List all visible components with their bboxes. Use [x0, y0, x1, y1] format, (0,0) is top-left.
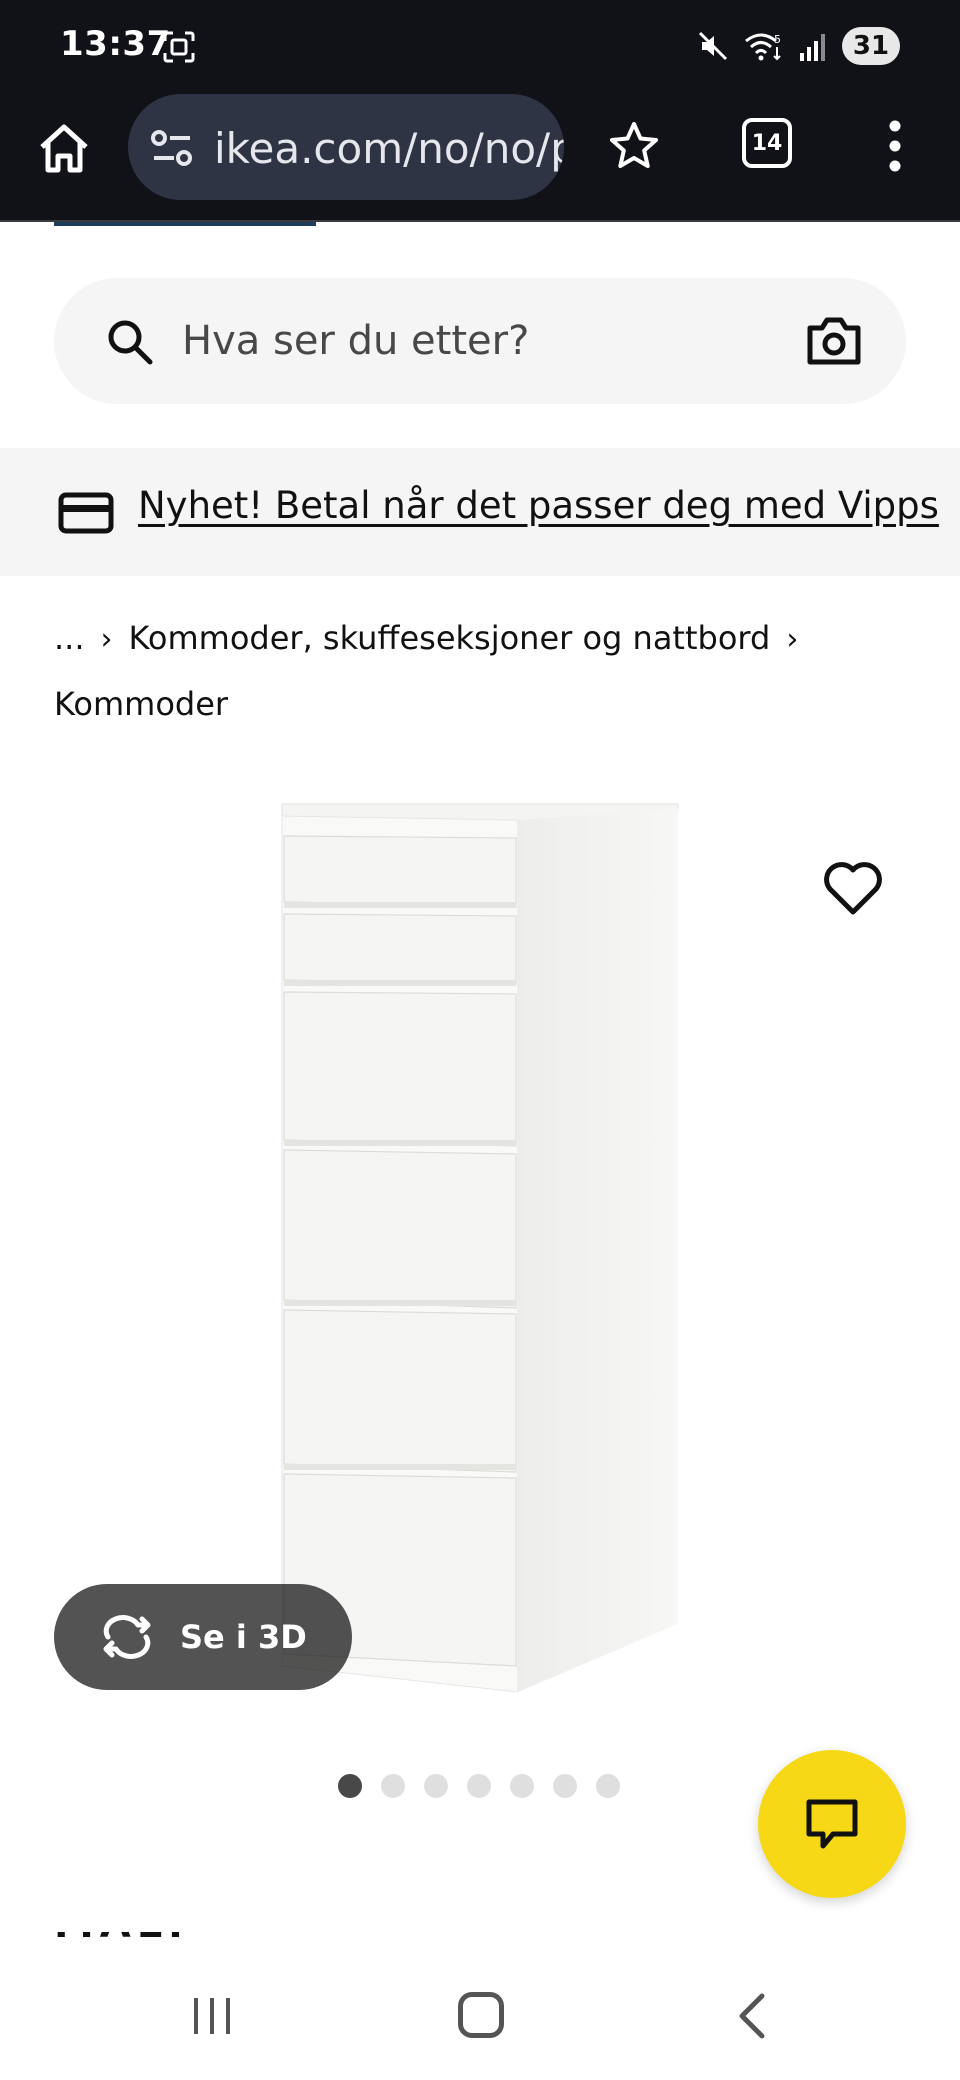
search-icon	[108, 320, 153, 365]
back-icon[interactable]	[734, 1992, 768, 2040]
header-accent-line	[54, 222, 316, 226]
chevron-right-icon: ›	[100, 622, 113, 657]
screenshot-icon	[163, 31, 195, 63]
battery-icon: 31	[842, 27, 900, 65]
carousel-dot[interactable]	[338, 1774, 362, 1798]
carousel-dot[interactable]	[510, 1774, 534, 1798]
breadcrumb: ... › Kommoder, skuffeseksjoner og nattbor…	[54, 606, 914, 736]
search-box[interactable]	[54, 278, 906, 404]
carousel-dot[interactable]	[381, 1774, 405, 1798]
home-icon[interactable]	[36, 120, 92, 176]
url-text: ikea.com/no/no/p	[214, 124, 564, 173]
recent-apps-icon[interactable]	[190, 1994, 234, 2038]
url-bar[interactable]: ikea.com/no/no/p	[128, 94, 564, 200]
wifi-icon: 5	[745, 33, 781, 61]
chat-button[interactable]	[758, 1750, 906, 1898]
view-in-3d-button[interactable]: Se i 3D	[54, 1584, 352, 1690]
status-time: 13:37	[60, 24, 171, 64]
camera-icon[interactable]	[806, 316, 862, 366]
promo-link[interactable]: Nyhet! Betal når det passer deg med Vipp…	[138, 484, 939, 527]
carousel-dot[interactable]	[553, 1774, 577, 1798]
svg-text:5: 5	[774, 33, 781, 46]
status-bar: 13:37 5 31	[0, 0, 960, 88]
tabs-icon[interactable]: 14	[742, 118, 792, 168]
view-in-3d-label: Se i 3D	[180, 1618, 307, 1656]
mute-icon	[698, 31, 728, 61]
browser-toolbar: ikea.com/no/no/p 14	[0, 88, 960, 222]
nav-home-icon[interactable]	[458, 1992, 504, 2038]
product-name: MALM	[54, 1932, 186, 1946]
chevron-right-icon: ›	[786, 622, 799, 657]
promo-banner: Nyhet! Betal når det passer deg med Vipp…	[0, 448, 960, 576]
credit-card-icon	[58, 492, 114, 534]
breadcrumb-ellipsis[interactable]: ...	[54, 619, 85, 657]
breadcrumb-current[interactable]: Kommoder	[54, 685, 228, 723]
chest-of-drawers-image[interactable]	[270, 796, 690, 1696]
chat-icon	[806, 1799, 858, 1849]
rotate-3d-icon	[103, 1615, 151, 1659]
search-input[interactable]	[182, 312, 742, 370]
star-icon[interactable]	[608, 120, 660, 172]
system-nav-bar	[0, 1950, 960, 2080]
carousel-dot[interactable]	[467, 1774, 491, 1798]
carousel-dot[interactable]	[596, 1774, 620, 1798]
status-icons: 5 31	[696, 26, 900, 66]
carousel-dot[interactable]	[424, 1774, 448, 1798]
image-carousel-dots	[338, 1774, 620, 1798]
signal-icon	[800, 34, 825, 61]
more-vert-icon[interactable]	[880, 118, 910, 174]
site-settings-icon[interactable]	[150, 128, 194, 168]
breadcrumb-category[interactable]: Kommoder, skuffeseksjoner og nattbord	[129, 619, 771, 657]
heart-icon[interactable]	[822, 860, 884, 918]
